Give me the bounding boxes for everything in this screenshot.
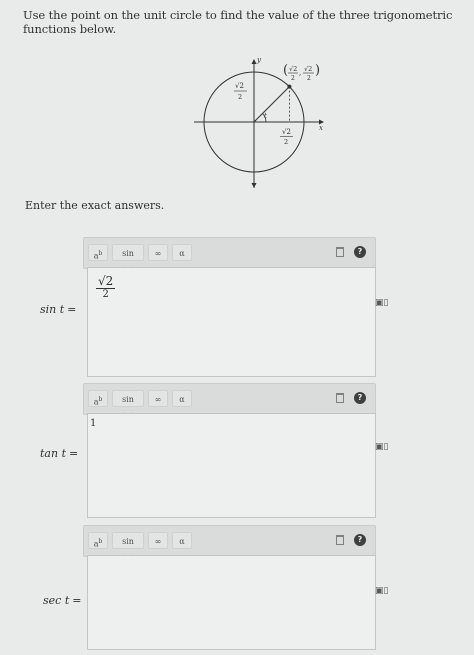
sin-label: sin t = xyxy=(40,303,76,316)
fn-name: sec xyxy=(43,594,62,607)
equals-sign: = xyxy=(67,303,77,316)
horizontal-side-den: 2 xyxy=(284,138,288,146)
answer-input-tan[interactable]: 1 xyxy=(87,413,376,518)
power-exp: b xyxy=(98,538,103,545)
power-exp: b xyxy=(98,396,103,403)
enter-instructions: Enter the exact answers. xyxy=(25,199,165,212)
infinity-button[interactable]: ∞ xyxy=(148,532,168,549)
angle-label: t xyxy=(264,112,267,120)
question-prompt: Use the point on the unit circle to find… xyxy=(23,8,453,36)
preview-icon[interactable]: ▣▯ xyxy=(375,586,388,596)
answer-value: 1 xyxy=(90,418,97,429)
preview-icon[interactable]: ▣▯ xyxy=(375,442,388,452)
math-toolbar: ab sin (a) ∞ α ? xyxy=(83,237,376,275)
unit-circle-svg: t x y ( √2 2 , √2 2 ) √2 2 √2 2 xyxy=(194,56,324,188)
x-axis-label: x xyxy=(319,124,323,132)
y-axis-label: y xyxy=(256,56,262,64)
fn-name: sin xyxy=(40,303,57,316)
fn-name: tan xyxy=(40,447,59,460)
answer-block-tan: ab sin (a) ∞ α ? 1 xyxy=(83,383,376,518)
y-axis-arrow xyxy=(251,59,257,64)
tan-label: tan t = xyxy=(40,447,78,460)
sec-label: sec t = xyxy=(43,594,81,607)
trash-icon[interactable] xyxy=(336,535,344,545)
answer-fraction: √2 2 xyxy=(96,274,116,300)
help-icon[interactable]: ? xyxy=(354,534,366,546)
help-icon[interactable]: ? xyxy=(354,246,366,258)
fn-var: t xyxy=(64,594,70,607)
point-y-den: 2 xyxy=(307,75,311,82)
power-exp: b xyxy=(98,250,103,257)
power-button[interactable]: ab xyxy=(88,244,108,261)
equals-sign: = xyxy=(72,594,82,607)
power-button[interactable]: ab xyxy=(88,532,108,549)
equals-sign: = xyxy=(69,447,79,460)
point-paren-open: ( xyxy=(283,63,288,78)
power-button[interactable]: ab xyxy=(88,390,108,407)
point-comma: , xyxy=(299,69,301,77)
trash-icon[interactable] xyxy=(336,247,344,257)
answer-input-sec[interactable] xyxy=(87,555,376,650)
answer-numerator: √2 xyxy=(96,274,116,289)
y-axis-arrow-down xyxy=(251,183,257,188)
infinity-button[interactable]: ∞ xyxy=(148,390,168,407)
horizontal-side-num: √2 xyxy=(282,128,291,136)
point-x-den: 2 xyxy=(291,75,295,82)
sin-button[interactable]: sin (a) xyxy=(112,244,144,275)
alpha-button[interactable]: α xyxy=(172,244,192,261)
help-icon[interactable]: ? xyxy=(354,392,366,404)
alpha-button[interactable]: α xyxy=(172,532,192,549)
alpha-button[interactable]: α xyxy=(172,390,192,407)
fn-var: t xyxy=(59,303,65,316)
infinity-button[interactable]: ∞ xyxy=(148,244,168,261)
fn-var: t xyxy=(61,447,66,460)
math-toolbar: ab sin (a) ∞ α ? xyxy=(83,383,376,421)
point-marker xyxy=(287,84,292,89)
point-y-num: √2 xyxy=(304,65,312,73)
vertical-side-num: √2 xyxy=(235,82,244,90)
unit-circle-figure: t x y ( √2 2 , √2 2 ) √2 2 √2 2 xyxy=(190,52,330,196)
point-x-num: √2 xyxy=(289,65,297,73)
point-paren-close: ) xyxy=(315,63,320,78)
sin-button[interactable]: sin (a) xyxy=(112,390,144,421)
answer-block-sec: ab sin (a) ∞ α ? xyxy=(83,525,376,650)
preview-icon[interactable]: ▣▯ xyxy=(375,298,388,308)
sin-button[interactable]: sin (a) xyxy=(112,532,144,563)
trash-icon[interactable] xyxy=(336,393,344,403)
answer-denominator: 2 xyxy=(102,289,109,300)
answer-input-sin[interactable]: √2 2 xyxy=(87,267,376,377)
vertical-side-den: 2 xyxy=(238,93,242,101)
math-toolbar: ab sin (a) ∞ α ? xyxy=(83,525,376,563)
answer-block-sin: ab sin (a) ∞ α ? √2 2 xyxy=(83,237,376,377)
radius-line xyxy=(253,86,290,123)
